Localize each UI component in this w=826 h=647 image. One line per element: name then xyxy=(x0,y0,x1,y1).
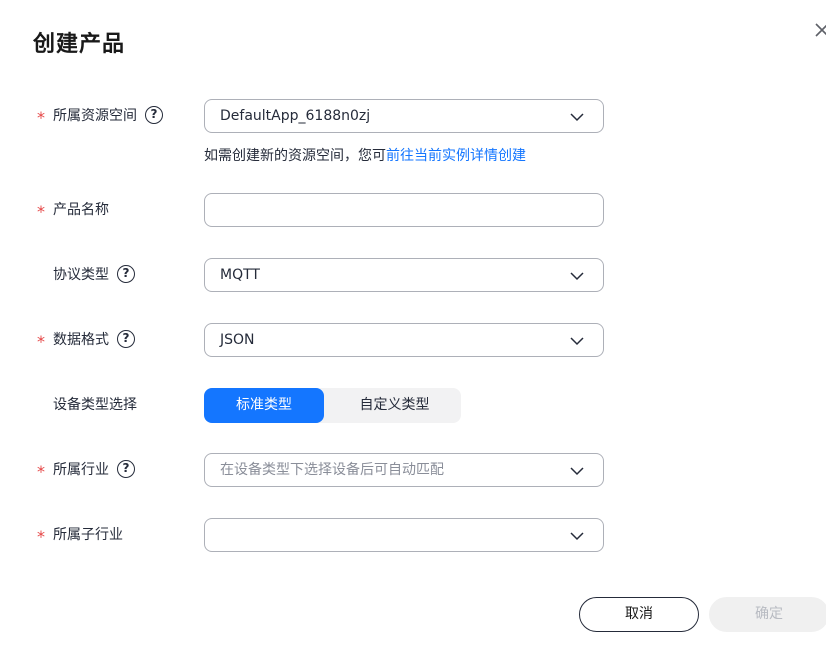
resource-space-value: DefaultApp_6188n0zj xyxy=(220,108,371,124)
required-mark: * xyxy=(37,527,45,546)
industry-row: * 所属行业? 在设备类型下选择设备后可自动匹配 xyxy=(0,453,826,487)
required-mark: * xyxy=(37,108,45,127)
help-icon[interactable]: ? xyxy=(117,265,135,283)
resource-space-hint: 如需创建新的资源空间，您可前往当前实例详情创建 xyxy=(204,148,526,164)
close-icon[interactable] xyxy=(812,18,826,46)
device-type-label: 设备类型选择 xyxy=(53,397,137,413)
confirm-button[interactable]: 确定 xyxy=(709,597,826,632)
protocol-type-label: 协议类型? xyxy=(53,258,135,292)
chevron-down-icon xyxy=(570,272,584,281)
resource-space-select[interactable]: DefaultApp_6188n0zj xyxy=(204,99,604,133)
data-format-row: * 数据格式? JSON xyxy=(0,323,826,357)
product-name-row: * 产品名称 xyxy=(0,193,826,227)
data-format-label: 数据格式? xyxy=(53,323,135,357)
sub-industry-select[interactable] xyxy=(204,518,604,552)
instance-detail-link[interactable]: 前往当前实例详情创建 xyxy=(386,148,526,164)
dialog-title: 创建产品 xyxy=(33,32,126,57)
resource-space-row: * 所属资源空间? DefaultApp_6188n0zj xyxy=(0,99,826,133)
protocol-type-select[interactable]: MQTT xyxy=(204,258,604,292)
product-name-label: 产品名称 xyxy=(53,202,109,218)
sub-industry-row: * 所属子行业 xyxy=(0,518,826,552)
industry-select[interactable]: 在设备类型下选择设备后可自动匹配 xyxy=(204,453,604,487)
cancel-button[interactable]: 取消 xyxy=(579,597,699,632)
help-icon[interactable]: ? xyxy=(117,330,135,348)
required-mark: * xyxy=(37,462,45,481)
help-icon[interactable]: ? xyxy=(117,460,135,478)
device-type-row: 设备类型选择 标准类型 自定义类型 xyxy=(0,388,826,423)
chevron-down-icon xyxy=(570,113,584,122)
data-format-value: JSON xyxy=(220,332,255,348)
standard-type-option[interactable]: 标准类型 xyxy=(204,388,324,423)
industry-placeholder: 在设备类型下选择设备后可自动匹配 xyxy=(220,462,444,478)
resource-space-label: 所属资源空间? xyxy=(53,99,163,133)
sub-industry-label: 所属子行业 xyxy=(53,527,123,543)
chevron-down-icon xyxy=(570,337,584,346)
custom-type-option[interactable]: 自定义类型 xyxy=(328,388,461,423)
device-type-toggle-group: 标准类型 自定义类型 xyxy=(204,388,461,423)
chevron-down-icon xyxy=(570,467,584,476)
industry-label: 所属行业? xyxy=(53,453,135,487)
protocol-type-row: 协议类型? MQTT xyxy=(0,258,826,292)
chevron-down-icon xyxy=(570,532,584,541)
data-format-select[interactable]: JSON xyxy=(204,323,604,357)
help-icon[interactable]: ? xyxy=(145,106,163,124)
protocol-type-value: MQTT xyxy=(220,267,260,283)
required-mark: * xyxy=(37,202,45,221)
product-name-input[interactable] xyxy=(204,193,604,227)
required-mark: * xyxy=(37,332,45,351)
